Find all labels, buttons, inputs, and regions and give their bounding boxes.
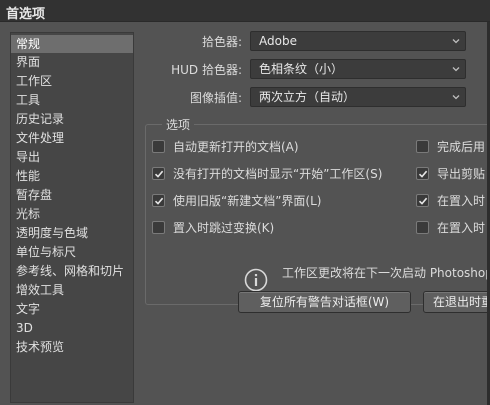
nav-item-tools[interactable]: 工具 [11, 91, 133, 109]
window-title: 首选项 [6, 7, 46, 22]
nav-item-history[interactable]: 历史记录 [11, 110, 133, 128]
checkmark-icon [154, 197, 164, 205]
checkbox-label: 在置入时 [437, 194, 486, 208]
checkbox-box [416, 194, 429, 207]
hud-picker-value: 色相条纹（小） [259, 62, 344, 76]
window-titlebar: 首选项 [0, 0, 490, 22]
skip-transform-checkbox[interactable]: 置入时跳过变换(K) [152, 219, 274, 236]
nav-item-type[interactable]: 文字 [11, 300, 133, 318]
checkbox-box [416, 140, 429, 153]
checkbox-label: 没有打开的文档时显示“开始”工作区(S) [173, 167, 383, 181]
show-start-workspace-checkbox[interactable]: 没有打开的文档时显示“开始”工作区(S) [152, 165, 382, 182]
beep-when-done-checkbox[interactable]: 完成后用 [416, 138, 485, 155]
resize-on-place-checkbox[interactable]: 在置入时 [416, 192, 485, 209]
nav-item-file-handling[interactable]: 文件处理 [11, 129, 133, 147]
nav-item-general[interactable]: 常规 [11, 35, 133, 53]
checkmark-icon [418, 170, 428, 178]
preferences-window: 常规 界面 工作区 工具 历史记录 文件处理 导出 性能 暂存盘 光标 透明度与… [0, 22, 490, 405]
checkbox-label: 置入时跳过变换(K) [173, 221, 275, 235]
workspace-restart-notice: 工作区更改将在下一次启动 Photoshop [282, 266, 490, 280]
checkbox-label: 完成后用 [437, 140, 486, 154]
checkmark-icon [418, 197, 428, 205]
color-picker-label: 拾色器: [201, 35, 242, 49]
nav-item-export[interactable]: 导出 [11, 148, 133, 166]
chevron-down-icon [452, 39, 460, 44]
checkbox-label: 自动更新打开的文档(A) [173, 140, 299, 154]
nav-item-cursors[interactable]: 光标 [11, 205, 133, 223]
hud-picker-select[interactable]: 色相条纹（小） [250, 59, 466, 79]
checkbox-box [152, 167, 165, 180]
checkbox-box [416, 221, 429, 234]
nav-item-interface[interactable]: 界面 [11, 53, 133, 71]
nav-item-transparency[interactable]: 透明度与色域 [11, 224, 133, 242]
interpolation-label: 图像插值: [189, 91, 242, 105]
checkbox-label: 在置入时 [437, 221, 486, 235]
chevron-down-icon [452, 95, 460, 100]
color-picker-select[interactable]: Adobe [250, 31, 466, 51]
nav-item-workspace[interactable]: 工作区 [11, 72, 133, 90]
category-list: 常规 界面 工作区 工具 历史记录 文件处理 导出 性能 暂存盘 光标 透明度与… [10, 32, 134, 403]
smart-object-on-place-checkbox[interactable]: 在置入时 [416, 219, 485, 236]
checkbox-box [416, 167, 429, 180]
nav-item-3d[interactable]: 3D [11, 319, 133, 337]
checkbox-label: 导出剪贴 [437, 167, 486, 181]
export-clipboard-checkbox[interactable]: 导出剪贴 [416, 165, 485, 182]
checkbox-box [152, 194, 165, 207]
hud-picker-label: HUD 拾色器: [171, 63, 242, 77]
options-group-title: 选项 [162, 116, 195, 133]
checkbox-label: 使用旧版“新建文档”界面(L) [173, 194, 322, 208]
nav-item-scratch-disks[interactable]: 暂存盘 [11, 186, 133, 204]
reset-warnings-button[interactable]: 复位所有警告对话框(W) [238, 291, 411, 313]
reset-on-exit-button[interactable]: 在退出时重 [423, 291, 490, 313]
checkmark-icon [154, 170, 164, 178]
interpolation-select[interactable]: 两次立方（自动） [250, 87, 466, 107]
nav-item-performance[interactable]: 性能 [11, 167, 133, 185]
color-picker-value: Adobe [259, 34, 297, 48]
interpolation-value: 两次立方（自动） [259, 90, 356, 104]
info-icon [244, 268, 268, 292]
nav-item-guides[interactable]: 参考线、网格和切片 [11, 262, 133, 280]
nav-item-tech-preview[interactable]: 技术预览 [11, 338, 133, 356]
checkbox-box [152, 221, 165, 234]
nav-item-plugins[interactable]: 增效工具 [11, 281, 133, 299]
legacy-new-document-checkbox[interactable]: 使用旧版“新建文档”界面(L) [152, 192, 321, 209]
checkbox-box [152, 140, 165, 153]
chevron-down-icon [452, 67, 460, 72]
nav-item-units[interactable]: 单位与标尺 [11, 243, 133, 261]
auto-update-checkbox[interactable]: 自动更新打开的文档(A) [152, 138, 299, 155]
